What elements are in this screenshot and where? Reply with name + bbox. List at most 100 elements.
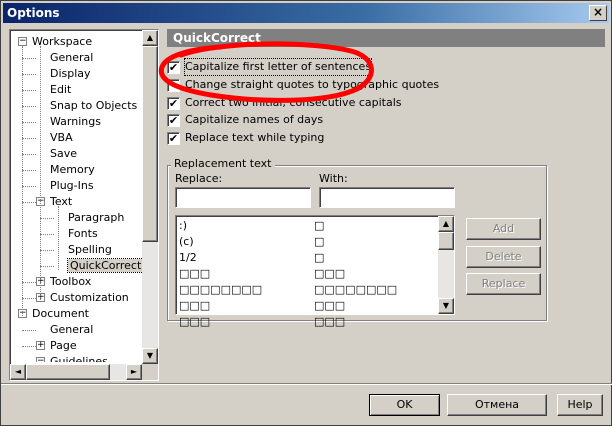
collapse-minus-icon[interactable]: − (18, 37, 27, 46)
tree-scroll-down-button[interactable]: ▼ (142, 348, 158, 364)
collapse-minus-icon[interactable]: − (36, 357, 45, 362)
checkbox-box[interactable]: ✔ (167, 97, 180, 110)
tree-guide-line (40, 46, 41, 302)
tree-vertical-scrollbar[interactable]: ▲ ▼ (142, 30, 158, 364)
arrow-up-icon: ▲ (146, 33, 154, 42)
tree-item-label: Memory (50, 163, 95, 176)
ok-button[interactable]: OK (369, 394, 440, 416)
add-button[interactable]: Add (466, 218, 541, 240)
list-item-replace[interactable]: :) (179, 218, 262, 234)
tree-scroll-right-button[interactable]: ► (126, 364, 142, 380)
page-title: QuickCorrect (167, 29, 605, 47)
tree-item-document[interactable]: Document (32, 306, 89, 322)
arrow-down-icon: ▼ (442, 301, 450, 310)
tree-connector (22, 90, 36, 91)
tree-scroll-thumb[interactable] (142, 46, 158, 242)
tree-item-save[interactable]: Save (50, 146, 77, 162)
checkbox-box[interactable] (167, 79, 180, 92)
tree-item-general[interactable]: General (50, 322, 93, 338)
tree-item-label: Snap to Objects (50, 99, 138, 112)
tree-item-label: General (50, 51, 94, 64)
list-item-with[interactable]: □□□□□□□□ (314, 282, 397, 298)
tree-item-plug-ins[interactable]: Plug-Ins (50, 178, 94, 194)
list-item-with[interactable]: □□□ (314, 266, 397, 282)
tree-item-label: Warnings (50, 115, 101, 128)
checkbox-label: Change straight quotes to typographic qu… (185, 78, 440, 91)
checkbox-box[interactable]: ✔ (167, 61, 180, 74)
tree-item-paragraph[interactable]: Paragraph (68, 210, 124, 226)
tree-item-label: Plug-Ins (50, 179, 94, 192)
checkbox-label: Correct two initial, consecutive capital… (185, 96, 402, 109)
list-item-replace[interactable]: □□□ (179, 298, 262, 314)
tree-item-label: Workspace (32, 35, 93, 48)
list-item-replace[interactable]: 1/2 (179, 250, 262, 266)
list-scroll-up-button[interactable]: ▲ (438, 216, 454, 232)
list-item-replace[interactable]: □□□□□□□□ (179, 282, 262, 298)
close-button[interactable]: × (589, 5, 607, 21)
tree-item-guidelines[interactable]: Guidelines (50, 354, 108, 362)
tree-item-memory[interactable]: Memory (50, 162, 95, 178)
tree-item-edit[interactable]: Edit (50, 82, 71, 98)
tree-item-display[interactable]: Display (50, 66, 91, 82)
tree-guide-line (58, 206, 59, 270)
check-mark-icon: ✔ (168, 61, 179, 74)
list-item-with[interactable]: □□□ (314, 298, 397, 314)
tree-scroll-left-button[interactable]: ◄ (10, 364, 26, 380)
tree-item-quickcorrect[interactable]: QuickCorrect (66, 258, 142, 274)
close-icon: × (592, 5, 604, 19)
tree-connector (22, 346, 36, 347)
expand-plus-icon[interactable]: + (36, 341, 45, 350)
cancel-button[interactable]: Отмена (447, 394, 547, 416)
delete-button[interactable]: Delete (466, 246, 541, 268)
group-label: Replacement text (171, 157, 275, 170)
check-mark-icon: ✔ (168, 97, 179, 110)
tree-item-label: General (50, 323, 94, 336)
list-item-with[interactable]: □□□ (314, 314, 397, 330)
list-item-replace[interactable]: □□□ (179, 266, 262, 282)
list-item-replace[interactable]: (c) (179, 234, 262, 250)
title-bar[interactable]: Options × (3, 3, 609, 23)
tree-item-customization[interactable]: Customization (50, 290, 129, 306)
tree-item-label: Paragraph (68, 211, 125, 224)
tree-item-text[interactable]: Text (50, 194, 72, 210)
arrow-right-icon: ► (130, 367, 138, 376)
arrow-up-icon: ▲ (442, 219, 450, 228)
tree-item-toolbox[interactable]: Toolbox (50, 274, 91, 290)
tree-item-warnings[interactable]: Warnings (50, 114, 101, 130)
tree-item-label: Text (50, 195, 73, 208)
list-item-with[interactable]: □ (314, 218, 397, 234)
tree-connector (22, 74, 36, 75)
tree-item-general[interactable]: General (50, 50, 93, 66)
tree-item-page[interactable]: Page (50, 338, 77, 354)
tree-hscroll-thumb[interactable] (26, 364, 110, 380)
tree-horizontal-scrollbar[interactable]: ◄ ► (10, 364, 142, 380)
replacement-list[interactable]: :) (c) 1/2 □□□ □□□□□□□□ □□□ □□□ □ □ □ □□□ □□□□□□□□… (175, 215, 455, 328)
list-item-with[interactable]: □ (314, 250, 397, 266)
checkbox-box[interactable]: ✔ (167, 132, 180, 145)
list-vertical-scrollbar[interactable]: ▲ ▼ (438, 216, 454, 314)
tree-item-label: Fonts (68, 227, 98, 240)
tree-connector (22, 186, 36, 187)
tree-item-workspace[interactable]: Workspace (32, 34, 92, 50)
with-input[interactable] (319, 187, 455, 208)
list-scroll-thumb[interactable] (438, 232, 454, 250)
tree-connector (22, 282, 36, 283)
arrow-down-icon: ▼ (146, 351, 154, 360)
category-tree[interactable]: − Workspace General Display Edit Snap to Obje… (12, 32, 142, 362)
tree-connector (40, 266, 54, 267)
replace-column: :) (c) 1/2 □□□ □□□□□□□□ □□□ □□□ (179, 218, 262, 330)
list-item-replace[interactable]: □□□ (179, 314, 262, 330)
tree-item-fonts[interactable]: Fonts (68, 226, 98, 242)
replace-button[interactable]: Replace (466, 273, 541, 295)
tree-scroll-up-button[interactable]: ▲ (142, 30, 158, 46)
checkbox-box[interactable]: ✔ (167, 114, 180, 127)
replace-input[interactable] (175, 187, 311, 208)
tree-guide-line (22, 46, 23, 318)
tree-connector (22, 202, 36, 203)
tree-item-snap-to-objects[interactable]: Snap to Objects (50, 98, 137, 114)
list-scroll-down-button[interactable]: ▼ (438, 298, 454, 314)
tree-item-vba[interactable]: VBA (50, 130, 73, 146)
tree-item-spelling[interactable]: Spelling (68, 242, 112, 258)
help-button[interactable]: Help (557, 394, 603, 416)
list-item-with[interactable]: □ (314, 234, 397, 250)
